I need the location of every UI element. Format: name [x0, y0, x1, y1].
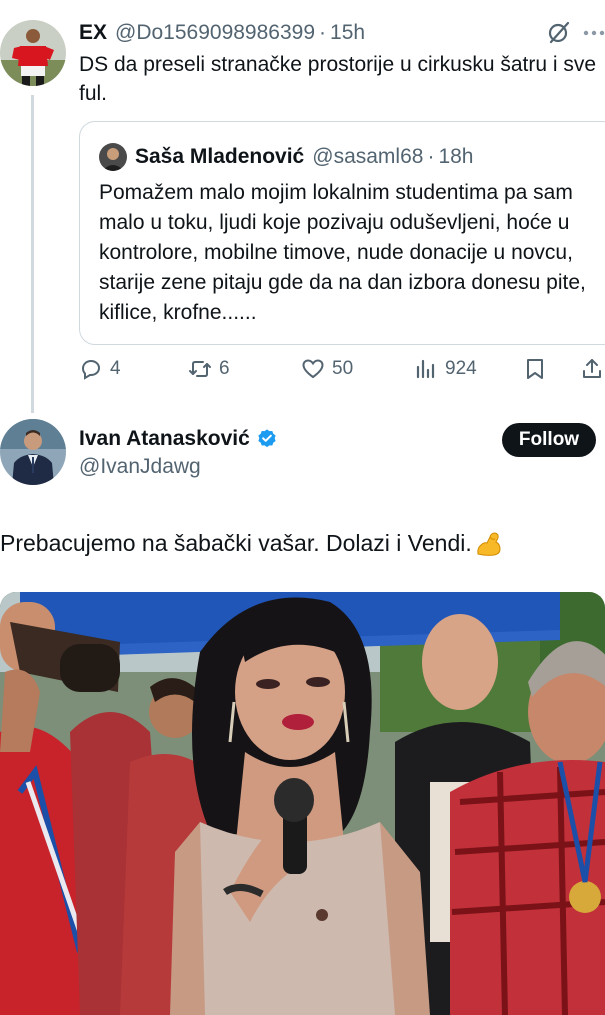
quoted-tweet-card[interactable]: Saša Mladenović @sasaml68 · 18h Pomažem …: [79, 121, 605, 345]
main-author-name[interactable]: Ivan Atanasković: [79, 427, 250, 451]
bookmark-button[interactable]: [523, 354, 547, 384]
quoted-timestamp: 18h: [438, 145, 474, 168]
tweet-video-media[interactable]: [0, 592, 605, 1015]
like-icon: [302, 359, 324, 379]
views-count: 924: [445, 358, 477, 379]
repost-button[interactable]: 6: [188, 354, 230, 384]
main-tweet-text-row: Prebacujemo na šabački vašar. Dolazi i V…: [0, 529, 503, 557]
bookmark-icon: [527, 359, 543, 379]
reply-icon: [81, 359, 101, 380]
grok-icon[interactable]: [546, 20, 572, 46]
main-author-handle[interactable]: @IvanJdawg: [79, 455, 201, 479]
quoted-author-handle: @sasaml68: [312, 145, 424, 168]
reply-count: 4: [110, 358, 121, 379]
flexed-biceps-icon: [477, 532, 501, 556]
views-button[interactable]: 924: [414, 354, 477, 384]
reply-author-name[interactable]: EX: [79, 21, 107, 45]
reply-author-avatar[interactable]: [0, 20, 66, 86]
share-icon: [583, 359, 601, 378]
meta-separator: ·: [319, 21, 327, 44]
quoted-author-avatar: [99, 143, 127, 171]
reply-action-bar: 4 6 50 924: [79, 354, 605, 384]
quoted-header: Saša Mladenović @sasaml68 · 18h: [135, 142, 474, 172]
reply-header: EX @Do1569098986399 · 15h: [79, 18, 365, 48]
repost-count: 6: [219, 358, 230, 379]
views-icon: [416, 359, 435, 379]
share-button[interactable]: [580, 354, 604, 384]
quoted-author-name: Saša Mladenović: [135, 145, 305, 168]
main-author-name-row: Ivan Atanasković: [79, 423, 278, 455]
like-button[interactable]: 50: [301, 354, 353, 384]
verified-badge-icon: [258, 429, 276, 448]
reply-text: DS da preseli stranačke prostorije u cir…: [79, 53, 597, 105]
thread-connector-line: [31, 95, 34, 413]
reply-button[interactable]: 4: [79, 354, 121, 384]
meta-separator: ·: [427, 145, 435, 168]
like-count: 50: [332, 358, 354, 379]
more-icon[interactable]: [582, 22, 605, 44]
reply-timestamp[interactable]: 15h: [330, 21, 365, 45]
repost-icon: [189, 361, 211, 377]
follow-button[interactable]: Follow: [502, 423, 596, 457]
main-author-avatar[interactable]: [0, 419, 66, 485]
reply-author-handle[interactable]: @Do1569098986399: [115, 21, 315, 45]
main-tweet-text: Prebacujemo na šabački vašar. Dolazi i V…: [0, 529, 472, 556]
quoted-text: Pomažem malo mojim lokalnim studentima p…: [99, 181, 586, 324]
